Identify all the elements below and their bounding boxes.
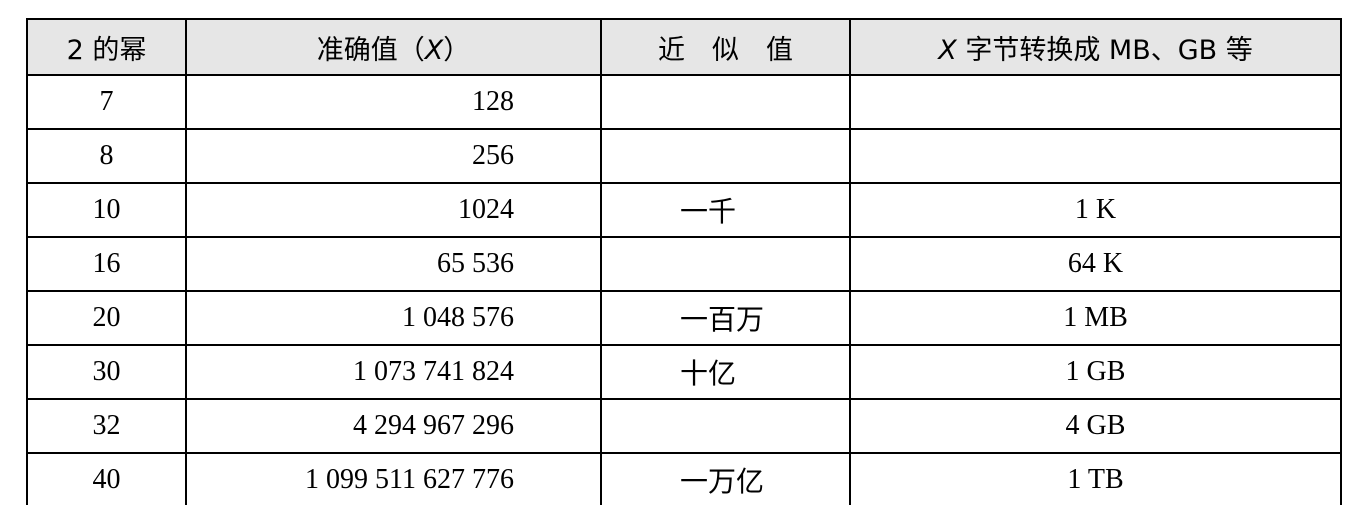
- table-row: 20 1 048 576 一百万 1 MB: [26, 291, 1342, 346]
- header-power: 2 的幂: [26, 18, 187, 76]
- header-approx-label: 近 似 值: [658, 34, 793, 66]
- header-row: 2 的幂 准确值（X） 近 似 值 X 字节转换成 MB、GB 等: [26, 18, 1342, 76]
- powers-of-two-table-container: 2 的幂 准确值（X） 近 似 值 X 字节转换成 MB、GB 等 7 128 …: [26, 18, 1342, 505]
- cell-power: 32: [26, 399, 187, 454]
- header-power-label: 2 的幂: [66, 34, 147, 66]
- cell-power: 40: [26, 453, 187, 505]
- table-row: 16 65 536 64 K: [26, 237, 1342, 292]
- cell-approx-value: 一千: [600, 183, 851, 238]
- cell-power: 20: [26, 291, 187, 346]
- cell-approx-value: [600, 75, 851, 130]
- table-row: 7 128: [26, 75, 1342, 130]
- powers-of-two-table: 2 的幂 准确值（X） 近 似 值 X 字节转换成 MB、GB 等 7 128 …: [26, 18, 1342, 505]
- header-bytes-variable: X: [938, 34, 957, 66]
- header-exact-suffix: ）: [443, 34, 471, 66]
- cell-exact-value: 1024: [185, 183, 602, 238]
- cell-exact-value: 4 294 967 296: [185, 399, 602, 454]
- cell-bytes: [849, 129, 1342, 184]
- cell-approx-value: 一百万: [600, 291, 851, 346]
- header-bytes-conversion: X 字节转换成 MB、GB 等: [849, 18, 1342, 76]
- cell-approx-value: 一万亿: [600, 453, 851, 505]
- cell-exact-value: 256: [185, 129, 602, 184]
- table-row: 8 256: [26, 129, 1342, 184]
- cell-exact-value: 1 073 741 824: [185, 345, 602, 400]
- table-row: 10 1024 一千 1 K: [26, 183, 1342, 238]
- cell-power: 10: [26, 183, 187, 238]
- cell-approx-value: [600, 237, 851, 292]
- cell-bytes: 1 GB: [849, 345, 1342, 400]
- table-row: 30 1 073 741 824 十亿 1 GB: [26, 345, 1342, 400]
- header-approx-value: 近 似 值: [600, 18, 851, 76]
- table-row: 32 4 294 967 296 4 GB: [26, 399, 1342, 454]
- cell-exact-value: 128: [185, 75, 602, 130]
- header-bytes-label: 字节转换成 MB、GB 等: [956, 34, 1253, 66]
- cell-bytes: 1 TB: [849, 453, 1342, 505]
- cell-bytes: 64 K: [849, 237, 1342, 292]
- cell-power: 30: [26, 345, 187, 400]
- cell-exact-value: 1 099 511 627 776: [185, 453, 602, 505]
- cell-approx-value: [600, 399, 851, 454]
- cell-power: 16: [26, 237, 187, 292]
- table-header: 2 的幂 准确值（X） 近 似 值 X 字节转换成 MB、GB 等: [26, 18, 1342, 76]
- cell-exact-value: 1 048 576: [185, 291, 602, 346]
- cell-bytes: [849, 75, 1342, 130]
- cell-approx-value: [600, 129, 851, 184]
- cell-power: 7: [26, 75, 187, 130]
- header-exact-prefix: 准确值（: [316, 34, 425, 66]
- cell-bytes: 1 MB: [849, 291, 1342, 346]
- table-body: 7 128 8 256 10 1024 一千 1 K 16 65 536 64 …: [26, 75, 1342, 505]
- cell-approx-value: 十亿: [600, 345, 851, 400]
- header-exact-value: 准确值（X）: [185, 18, 602, 76]
- cell-bytes: 1 K: [849, 183, 1342, 238]
- cell-power: 8: [26, 129, 187, 184]
- header-exact-variable: X: [424, 34, 444, 66]
- cell-exact-value: 65 536: [185, 237, 602, 292]
- cell-bytes: 4 GB: [849, 399, 1342, 454]
- table-row: 40 1 099 511 627 776 一万亿 1 TB: [26, 453, 1342, 505]
